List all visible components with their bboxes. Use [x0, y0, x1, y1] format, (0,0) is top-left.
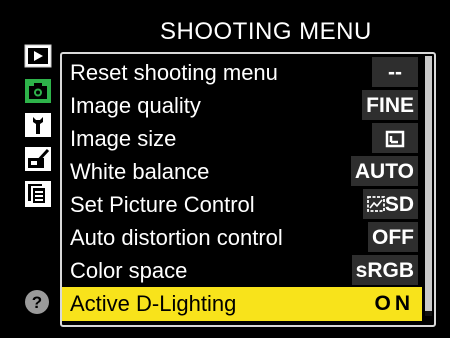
playback-icon	[24, 44, 52, 68]
retouch-brush-icon	[25, 147, 51, 171]
camera-menu-screen: SHOOTING MENU ? Reset shooting menu -- I…	[0, 0, 450, 338]
menu-item-label: Image size	[70, 126, 177, 151]
scrollbar-thumb[interactable]	[425, 56, 432, 311]
menu-item-image-quality[interactable]: Image quality FINE	[62, 89, 422, 123]
retouch-menu-tab[interactable]	[24, 146, 52, 174]
picture-control-code: SD	[384, 193, 414, 216]
recent-settings-tab[interactable]	[24, 180, 52, 208]
menu-list: Reset shooting menu -- Image quality FIN…	[60, 52, 436, 327]
menu-item-label: Reset shooting menu	[70, 60, 278, 85]
page-title: SHOOTING MENU	[160, 18, 372, 45]
menu-item-white-balance[interactable]: White balance AUTO	[62, 155, 422, 189]
svg-text:?: ?	[32, 293, 42, 312]
wrench-icon	[25, 113, 51, 137]
menu-item-value: AUTO	[350, 156, 418, 186]
menu-item-label: White balance	[70, 159, 210, 184]
menu-item-value: --	[372, 57, 418, 87]
menu-item-reset-shooting-menu[interactable]: Reset shooting menu --	[62, 56, 422, 90]
menu-item-color-space[interactable]: Color space sRGB	[62, 254, 422, 288]
menu-item-auto-distortion-control[interactable]: Auto distortion control OFF	[62, 221, 422, 255]
large-size-icon	[385, 131, 405, 148]
shooting-menu-tab[interactable]	[24, 78, 52, 106]
menu-item-label: Set Picture Control	[70, 192, 255, 217]
menu-item-value: FINE	[362, 90, 418, 120]
playback-menu-tab[interactable]	[24, 44, 52, 72]
menu-item-set-picture-control[interactable]: Set Picture Control SD	[62, 188, 422, 222]
menu-item-image-size[interactable]: Image size	[62, 122, 422, 156]
menu-item-active-d-lighting[interactable]: Active D-Lighting ON	[62, 287, 422, 321]
camera-icon	[25, 79, 51, 103]
scrollbar[interactable]	[425, 56, 432, 316]
menu-item-value	[372, 123, 418, 153]
menu-item-label: Image quality	[70, 93, 201, 118]
menu-item-value: OFF	[368, 222, 418, 252]
menu-item-label: Auto distortion control	[70, 225, 283, 250]
menu-item-value: ON	[370, 288, 418, 318]
menu-item-value: sRGB	[351, 255, 418, 285]
menu-item-value: SD	[362, 189, 418, 219]
help-button[interactable]: ?	[23, 288, 51, 316]
picture-control-icon	[366, 196, 385, 212]
menu-item-label: Active D-Lighting	[70, 291, 237, 316]
help-icon: ?	[25, 290, 49, 314]
menu-item-label: Color space	[70, 258, 188, 283]
recent-pages-icon	[25, 181, 51, 207]
setup-menu-tab[interactable]	[24, 112, 52, 140]
